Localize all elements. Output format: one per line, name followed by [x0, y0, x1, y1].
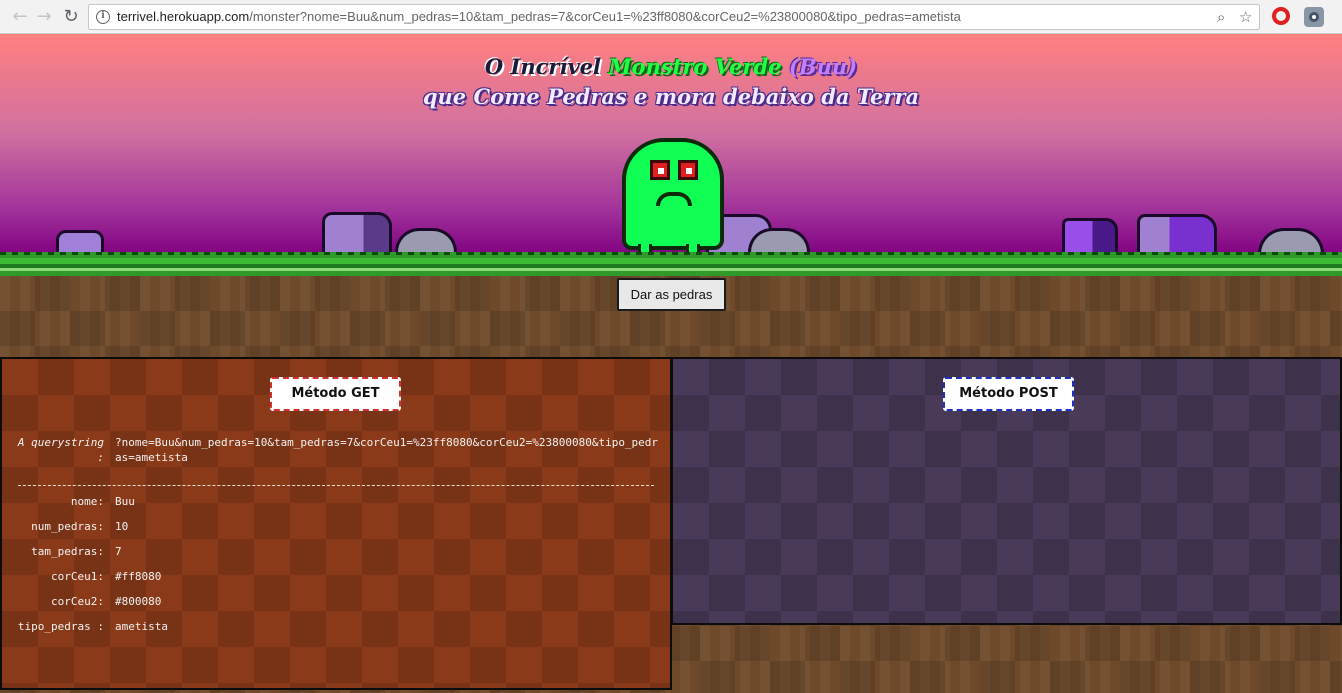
querystring-value: ?nome=Buu&num_pedras=10&tam_pedras=7&cor… — [115, 436, 659, 464]
get-method-panel: Método GET A querystring : ?nome=Buu&num… — [0, 357, 672, 690]
monster-mouth — [656, 192, 692, 206]
url-path: /monster?nome=Buu&num_pedras=10&tam_pedr… — [249, 9, 961, 24]
param-key: num_pedras: — [31, 520, 104, 533]
param-value: ametista — [115, 620, 168, 633]
bookmark-star-icon[interactable]: ☆ — [1239, 8, 1252, 26]
page-title: O Incrível Monstro Verde (Buu) — [0, 54, 1342, 79]
post-method-panel: Método POST — [671, 357, 1342, 625]
browser-toolbar: ← → ↻ i terrivel.herokuapp.com/monster?n… — [0, 0, 1342, 34]
param-key: nome: — [70, 495, 104, 508]
monster-body — [622, 138, 724, 250]
rock — [56, 230, 104, 254]
title-part-monster-name: (Buu) — [788, 54, 858, 79]
param-value: 7 — [115, 545, 122, 558]
address-bar[interactable]: i terrivel.herokuapp.com/monster?nome=Bu… — [88, 4, 1260, 30]
param-value: #800080 — [115, 595, 162, 608]
title-part-incrivel: O Incrível — [484, 54, 601, 79]
param-value: Buu — [115, 495, 135, 508]
url-host: terrivel.herokuapp.com — [117, 9, 250, 24]
param-value: #ff8080 — [115, 570, 162, 583]
param-key: corCeu2: — [51, 595, 104, 608]
querystring-key: A querystring : — [17, 436, 104, 464]
page-subtitle: que Come Pedras e mora debaixo da Terra — [422, 84, 920, 109]
param-key: tipo_pedras : — [17, 620, 104, 633]
get-method-label: Método GET — [270, 377, 401, 411]
zoom-icon[interactable]: ⌕ — [1217, 8, 1225, 26]
url-text[interactable]: terrivel.herokuapp.com/monster?nome=Buu&… — [117, 9, 961, 24]
monster — [620, 138, 726, 258]
rock — [1062, 218, 1118, 254]
rock — [322, 212, 392, 254]
post-method-label: Método POST — [943, 377, 1074, 411]
divider — [18, 485, 654, 486]
param-value: 10 — [115, 520, 129, 533]
monster-left-eye — [650, 160, 670, 180]
back-icon[interactable]: ← — [8, 5, 32, 29]
reload-icon[interactable]: ↻ — [59, 5, 83, 29]
title-part-monstro-verde: Monstro Verde — [608, 54, 782, 79]
grass — [0, 252, 1342, 276]
page-content: O Incrível Monstro Verde (Buu) que Come … — [0, 34, 1342, 693]
site-info-icon[interactable]: i — [96, 10, 110, 24]
param-key: tam_pedras: — [31, 545, 104, 558]
param-key: corCeu1: — [51, 570, 104, 583]
forward-icon[interactable]: → — [32, 5, 56, 29]
eye-extension-icon[interactable] — [1304, 7, 1324, 27]
monster-right-eye — [678, 160, 698, 180]
dar-as-pedras-button[interactable]: Dar as pedras — [617, 278, 726, 311]
opera-extension-icon[interactable] — [1272, 7, 1290, 25]
rock — [1137, 214, 1217, 254]
